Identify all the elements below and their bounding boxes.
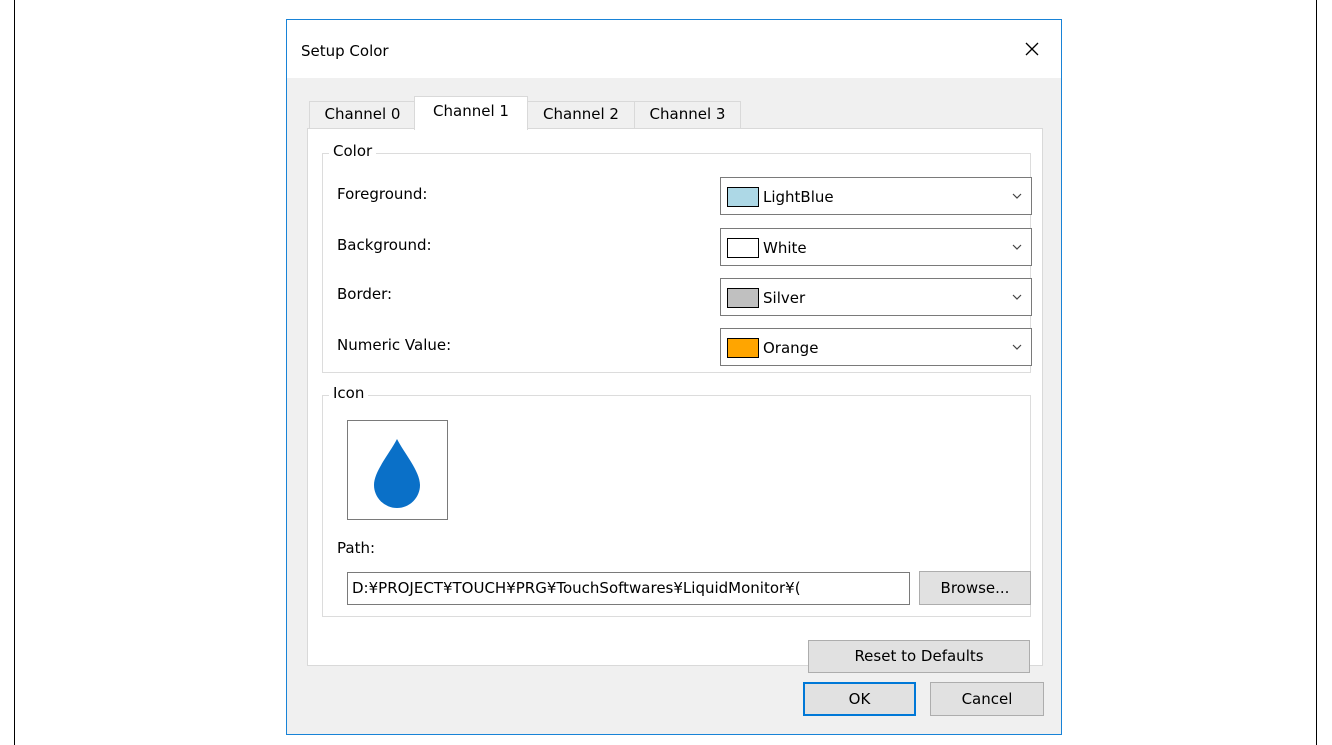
- numeric-value-select[interactable]: Orange: [720, 328, 1032, 366]
- cancel-label: Cancel: [961, 690, 1013, 708]
- tab-label: Channel 2: [543, 105, 619, 123]
- dialog-title: Setup Color: [301, 42, 389, 60]
- reset-defaults-button[interactable]: Reset to Defaults: [808, 640, 1030, 673]
- color-group-legend: Color: [329, 142, 377, 160]
- close-icon: [1025, 42, 1039, 56]
- ok-label: OK: [848, 690, 871, 708]
- foreground-label: Foreground:: [337, 185, 428, 203]
- chevron-down-icon: [1012, 294, 1022, 300]
- chevron-down-icon: [1012, 244, 1022, 250]
- border-label: Border:: [337, 285, 393, 303]
- foreground-value: LightBlue: [763, 188, 834, 206]
- tab-channel-0[interactable]: Channel 0: [309, 101, 416, 128]
- color-swatch: [727, 338, 759, 358]
- background-select[interactable]: White: [720, 228, 1032, 266]
- tab-channel-2[interactable]: Channel 2: [526, 101, 636, 128]
- tab-panel: Color Foreground: LightBlue Background: …: [307, 128, 1043, 673]
- numeric-value-value: Orange: [763, 339, 819, 357]
- color-group: Color Foreground: LightBlue Background: …: [322, 142, 1032, 373]
- reset-defaults-label: Reset to Defaults: [854, 647, 984, 665]
- water-drop-icon: [374, 439, 420, 508]
- border-select[interactable]: Silver: [720, 278, 1032, 316]
- tab-label: Channel 1: [433, 102, 509, 120]
- title-bar: Setup Color: [287, 20, 1061, 78]
- setup-color-dialog: Setup Color Channel 0 Channel 1 Channel …: [286, 19, 1062, 735]
- frame-border-left: [14, 0, 15, 745]
- tab-label: Channel 3: [649, 105, 726, 123]
- path-input[interactable]: D:¥PROJECT¥TOUCH¥PRG¥TouchSoftwares¥Liqu…: [347, 572, 910, 605]
- numeric-value-label: Numeric Value:: [337, 336, 452, 354]
- icon-preview: [347, 420, 448, 520]
- color-swatch: [727, 187, 759, 207]
- tab-channel-1[interactable]: Channel 1: [414, 96, 528, 130]
- close-button[interactable]: [1003, 20, 1061, 78]
- border-value: Silver: [763, 289, 806, 307]
- frame-border-right: [1316, 0, 1317, 745]
- tab-label: Channel 0: [324, 105, 401, 123]
- path-label: Path:: [337, 539, 376, 557]
- tab-channel-3[interactable]: Channel 3: [634, 101, 741, 128]
- color-swatch: [727, 238, 759, 258]
- chevron-down-icon: [1012, 193, 1022, 199]
- background-value: White: [763, 239, 807, 257]
- icon-group-legend: Icon: [329, 384, 369, 402]
- browse-label: Browse...: [940, 579, 1010, 597]
- icon-group: Icon Path: D:¥PROJECT¥TOUCH¥PRG¥TouchSof…: [322, 384, 1031, 617]
- background-label: Background:: [337, 236, 432, 254]
- color-swatch: [727, 288, 759, 308]
- browse-button[interactable]: Browse...: [919, 571, 1031, 605]
- cancel-button[interactable]: Cancel: [930, 682, 1044, 716]
- chevron-down-icon: [1012, 344, 1022, 350]
- foreground-select[interactable]: LightBlue: [720, 177, 1032, 215]
- ok-button[interactable]: OK: [803, 682, 916, 716]
